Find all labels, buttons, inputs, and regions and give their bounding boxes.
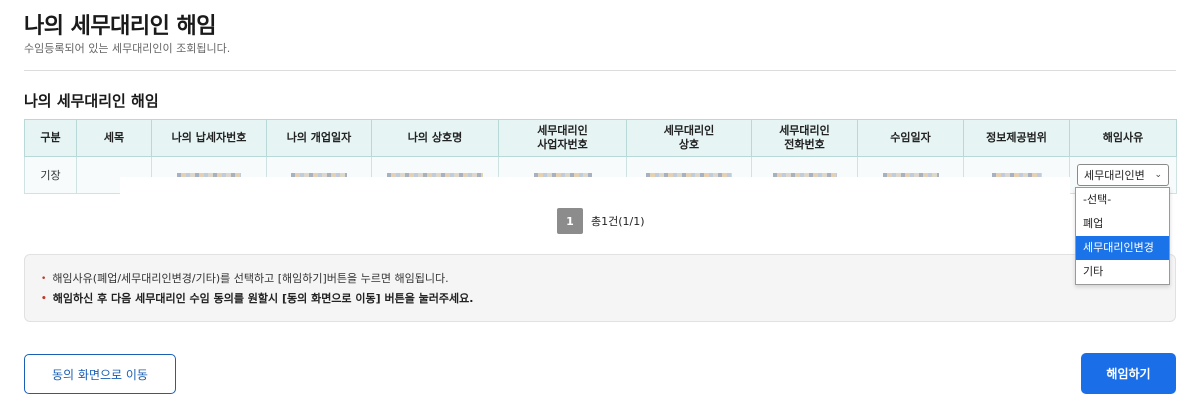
dismiss-reason-select[interactable]: 세무대리인변 ⌄ bbox=[1077, 164, 1169, 186]
col-header-open-date: 나의 개업일자 bbox=[266, 119, 372, 157]
col-header-agent-biz-no: 세무대리인 사업자번호 bbox=[498, 119, 627, 157]
col-header-agent-trade-name-line2: 상호 bbox=[678, 138, 700, 151]
col-header-my-trade-name: 나의 상호명 bbox=[371, 119, 499, 157]
title-divider bbox=[24, 70, 1176, 71]
col-header-agent-trade-name: 세무대리인 상호 bbox=[626, 119, 752, 157]
dropdown-option-select[interactable]: -선택- bbox=[1076, 188, 1169, 212]
dropdown-option-closure[interactable]: 폐업 bbox=[1076, 212, 1169, 236]
bullet-icon: • bbox=[41, 274, 47, 284]
bullet-icon: • bbox=[41, 294, 47, 304]
col-header-info-scope: 정보제공범위 bbox=[963, 119, 1070, 157]
chevron-down-icon: ⌄ bbox=[1154, 170, 1162, 180]
col-header-agent-phone-line1: 세무대리인 bbox=[779, 124, 830, 137]
dropdown-option-agent-change[interactable]: 세무대리인변경 bbox=[1076, 236, 1169, 260]
cell-category: 기장 bbox=[24, 156, 77, 194]
redaction-overlay bbox=[120, 177, 1070, 197]
page-subtitle: 수임등록되어 있는 세무대리인이 조회됩니다. bbox=[24, 42, 231, 55]
col-header-appointment-date: 수임일자 bbox=[857, 119, 964, 157]
notice-line-text: 해임하신 후 다음 세무대리인 수임 동의를 원할시 [동의 화면으로 이동] … bbox=[52, 292, 474, 305]
page-total-count: 총1건(1/1) bbox=[591, 215, 645, 228]
pagination: 1 총1건(1/1) bbox=[557, 208, 645, 234]
notice-box: • 해임사유(폐업/세무대리인변경/기타)를 선택하고 [해임하기]버튼을 누르면… bbox=[24, 254, 1176, 322]
dismiss-reason-select-value: 세무대리인변 bbox=[1084, 169, 1145, 182]
go-to-consent-button[interactable]: 동의 화면으로 이동 bbox=[24, 354, 176, 394]
notice-line-text: 해임사유(폐업/세무대리인변경/기타)를 선택하고 [해임하기]버튼을 누르면 … bbox=[52, 272, 449, 285]
col-header-agent-trade-name-line1: 세무대리인 bbox=[663, 124, 715, 137]
section-title: 나의 세무대리인 해임 bbox=[24, 92, 159, 110]
col-header-agent-phone: 세무대리인 전화번호 bbox=[751, 119, 858, 157]
table-header-row: 구분 세목 나의 납세자번호 나의 개업일자 나의 상호명 세무대리인 사업자번… bbox=[24, 119, 1177, 157]
page-number-button[interactable]: 1 bbox=[557, 208, 583, 234]
notice-line: • 해임하신 후 다음 세무대리인 수임 동의를 원할시 [동의 화면으로 이동]… bbox=[41, 289, 1159, 309]
col-header-agent-biz-no-line2: 사업자번호 bbox=[537, 138, 588, 151]
page-title: 나의 세무대리인 해임 bbox=[24, 14, 216, 39]
dismiss-button[interactable]: 해임하기 bbox=[1081, 353, 1176, 394]
col-header-dismiss-reason: 해임사유 bbox=[1069, 119, 1177, 157]
notice-line: • 해임사유(폐업/세무대리인변경/기타)를 선택하고 [해임하기]버튼을 누르면… bbox=[41, 269, 1159, 289]
dismiss-reason-dropdown: -선택- 폐업 세무대리인변경 기타 bbox=[1075, 187, 1170, 285]
col-header-category: 구분 bbox=[24, 119, 77, 157]
dropdown-option-other[interactable]: 기타 bbox=[1076, 260, 1169, 284]
col-header-taxpayer-no: 나의 납세자번호 bbox=[151, 119, 267, 157]
col-header-agent-phone-line2: 전화번호 bbox=[784, 138, 825, 151]
col-header-tax-item: 세목 bbox=[76, 119, 152, 157]
col-header-agent-biz-no-line1: 세무대리인 bbox=[537, 124, 588, 137]
